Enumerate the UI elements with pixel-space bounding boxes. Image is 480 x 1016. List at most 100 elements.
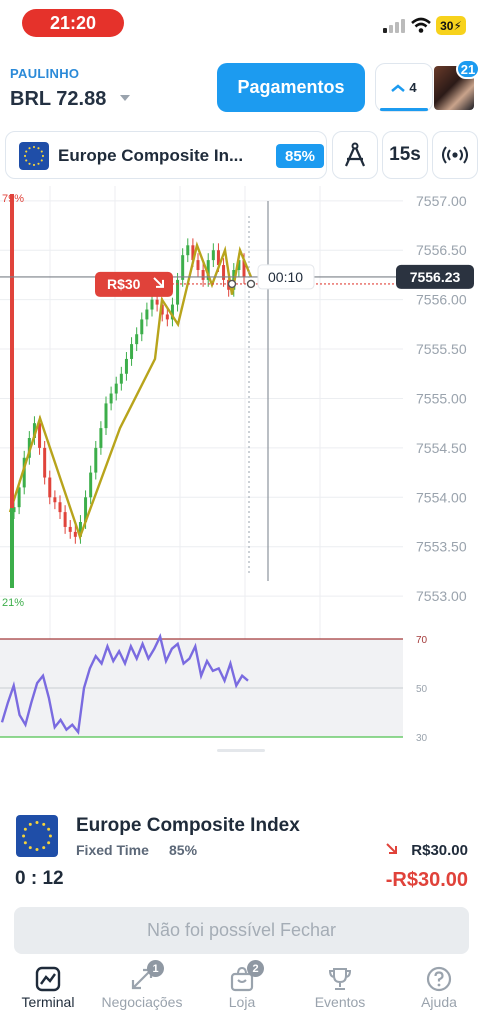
candle-body bbox=[222, 265, 226, 280]
tab-trades[interactable]: 1 Negociações bbox=[94, 960, 190, 1016]
flag-star bbox=[23, 154, 27, 158]
price-chart[interactable]: 79% 21% 7557.00 7556.50 7556.00 7555.50 7555… bbox=[0, 186, 480, 746]
help-icon bbox=[426, 966, 452, 992]
tab-label: Loja bbox=[228, 994, 256, 1010]
tab-label: Terminal bbox=[21, 994, 75, 1010]
price-tick-label: 7556.50 bbox=[416, 242, 467, 258]
tab-label: Eventos bbox=[314, 994, 366, 1010]
tab-label: Negociações bbox=[101, 994, 183, 1010]
flag-star bbox=[28, 846, 32, 850]
candle-body bbox=[181, 255, 185, 280]
rsi-tick-label: 30 bbox=[416, 733, 428, 744]
sentiment-low-label: 21% bbox=[2, 597, 24, 609]
close-trade-button[interactable]: Não foi possível Fechar bbox=[14, 907, 469, 954]
candle-body bbox=[196, 260, 200, 270]
trade-amount: R$30 bbox=[107, 276, 141, 292]
flag-star bbox=[25, 159, 28, 162]
open-trades-button[interactable]: 4 bbox=[375, 63, 433, 112]
candle-body bbox=[48, 477, 52, 498]
tab-terminal[interactable]: Terminal bbox=[0, 960, 96, 1016]
candle-body bbox=[104, 403, 108, 429]
tab-events[interactable]: Eventos bbox=[292, 960, 388, 1016]
candle-body bbox=[165, 314, 169, 320]
flag-star bbox=[23, 827, 27, 831]
signals-button[interactable] bbox=[432, 131, 478, 179]
tab-badge: 1 bbox=[147, 960, 164, 977]
candle-body bbox=[150, 299, 154, 310]
current-point bbox=[246, 279, 256, 289]
status-time: 21:20 bbox=[22, 9, 124, 37]
flag-star bbox=[35, 821, 39, 825]
candle-body bbox=[145, 309, 149, 320]
candle-body bbox=[155, 299, 159, 305]
chart-icon bbox=[35, 966, 61, 992]
flag-star bbox=[47, 827, 51, 831]
sentiment-high-label: 79% bbox=[2, 193, 24, 205]
deal-stake: R$30.00 bbox=[411, 842, 468, 859]
tab-badge: 2 bbox=[247, 960, 264, 977]
flag-star bbox=[28, 162, 31, 165]
entry-point bbox=[227, 279, 237, 289]
asset-selector[interactable]: Europe Composite In... 85% bbox=[5, 131, 327, 179]
candle-body bbox=[124, 358, 128, 374]
price-tick-label: 7553.00 bbox=[416, 588, 467, 604]
candle-body bbox=[89, 472, 93, 498]
open-trades-indicator bbox=[380, 108, 428, 111]
candle-body bbox=[140, 319, 144, 335]
signal-icon bbox=[383, 19, 405, 33]
candle-body bbox=[53, 497, 57, 503]
price-tick-label: 7553.50 bbox=[416, 539, 467, 555]
price-tick-label: 7556.00 bbox=[416, 292, 467, 308]
candle-body bbox=[63, 512, 67, 527]
candle-body bbox=[135, 334, 139, 345]
price-tick-label: 7555.50 bbox=[416, 341, 467, 357]
candle-body bbox=[73, 531, 77, 537]
trend-icon bbox=[391, 83, 406, 92]
eu-flag-icon bbox=[19, 142, 49, 170]
rsi-tick-label: 70 bbox=[416, 635, 428, 646]
rsi-tick-label: 50 bbox=[416, 684, 428, 695]
status-bar: 21:20 30 ⚡ bbox=[0, 0, 480, 48]
flag-star bbox=[23, 841, 27, 845]
user-name[interactable]: PAULINHO bbox=[10, 66, 79, 81]
candle-body bbox=[58, 502, 62, 513]
chevron-down-icon[interactable] bbox=[119, 93, 131, 103]
notifications-badge: 21 bbox=[456, 59, 480, 79]
flag-star bbox=[28, 822, 32, 826]
sentiment-bar-high bbox=[10, 194, 14, 508]
flag-star bbox=[35, 847, 39, 851]
candle-body bbox=[38, 423, 42, 448]
deal-mode: Fixed Time bbox=[76, 842, 149, 858]
candle-body bbox=[99, 428, 103, 448]
candle-body bbox=[130, 344, 134, 359]
candle-body bbox=[68, 526, 72, 532]
asset-name: Europe Composite In... bbox=[58, 146, 244, 165]
price-tick-label: 7554.00 bbox=[416, 489, 467, 505]
current-price-label: 7556.23 bbox=[396, 264, 474, 289]
flag-star bbox=[40, 159, 43, 162]
tab-label: Ajuda bbox=[421, 994, 457, 1010]
candle-body bbox=[201, 270, 205, 280]
deal-profit: -R$30.00 bbox=[385, 869, 468, 891]
payments-button[interactable]: Pagamentos bbox=[217, 63, 365, 112]
deal-asset-name: Europe Composite Index bbox=[76, 815, 300, 836]
tab-store[interactable]: 2 Loja bbox=[194, 960, 290, 1016]
flag-star bbox=[48, 834, 52, 838]
flag-star bbox=[22, 834, 26, 838]
battery-level: 30 bbox=[440, 18, 454, 33]
deal-payout: 85% bbox=[169, 842, 198, 858]
timeframe-button[interactable]: 15s bbox=[382, 131, 428, 179]
price-tick-label: 7554.50 bbox=[416, 440, 467, 456]
trophy-icon bbox=[328, 968, 352, 990]
sentiment-bar-low bbox=[10, 508, 14, 588]
account-balance[interactable]: BRL 72.88 bbox=[10, 88, 106, 111]
candle-body bbox=[211, 250, 215, 261]
drawing-tools-button[interactable] bbox=[332, 131, 378, 179]
tab-help[interactable]: Ajuda bbox=[391, 960, 480, 1016]
trade-badge[interactable]: R$30 bbox=[95, 271, 173, 297]
flag-star bbox=[32, 145, 36, 149]
flag-star bbox=[28, 147, 31, 150]
candle-body bbox=[43, 447, 47, 478]
panel-drag-handle[interactable] bbox=[217, 749, 265, 752]
candle-body bbox=[119, 373, 123, 384]
